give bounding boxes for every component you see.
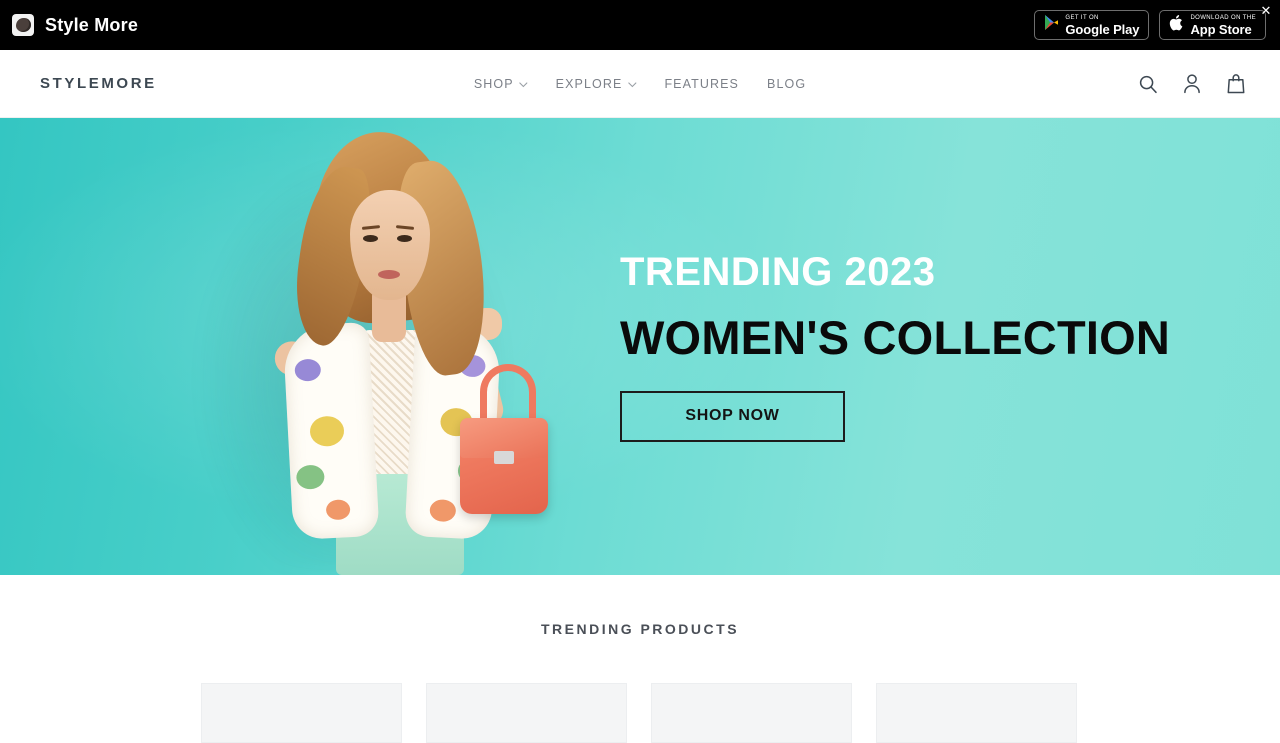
- main-navigation: SHOP EXPLORE FEATURES BLOG: [474, 77, 806, 91]
- nav-item-blog-label: BLOG: [767, 76, 807, 91]
- hero-kicker: TRENDING 2023: [620, 249, 936, 294]
- trending-products-section: TRENDING PRODUCTS: [0, 575, 1280, 743]
- product-card[interactable]: [876, 683, 1077, 743]
- nav-item-features-label: FEATURES: [664, 76, 740, 91]
- product-card[interactable]: [651, 683, 852, 743]
- jacket-flower: [294, 358, 322, 382]
- model-jacket-left: [282, 321, 380, 541]
- hero-model-image: [160, 118, 620, 575]
- chevron-down-icon: [627, 77, 636, 91]
- hero-banner: TRENDING 2023 WOMEN'S COLLECTION SHOP NO…: [0, 118, 1280, 575]
- model-eye-right: [397, 235, 412, 242]
- product-card[interactable]: [426, 683, 627, 743]
- header-icon-group: [1136, 72, 1248, 96]
- app-store-badge-text: Download on the App Store: [1190, 15, 1256, 36]
- handbag: [460, 418, 548, 514]
- product-card[interactable]: [201, 683, 402, 743]
- jacket-flower: [295, 464, 325, 490]
- site-header: STYLEMORE SHOP EXPLORE FEATURES BLOG: [0, 50, 1280, 118]
- google-play-icon: [1044, 14, 1059, 36]
- shop-now-button[interactable]: SHOP NOW: [620, 390, 845, 442]
- nav-item-blog[interactable]: BLOG: [767, 77, 806, 91]
- cart-icon[interactable]: [1224, 72, 1248, 96]
- model-eye-left: [363, 235, 378, 242]
- nav-item-explore-label: EXPLORE: [555, 76, 623, 91]
- jacket-flower: [309, 415, 345, 448]
- app-store-sup: Download on the: [1190, 14, 1256, 21]
- promo-brand: Style More: [12, 14, 138, 36]
- jacket-flower: [325, 499, 351, 521]
- model-lips: [378, 270, 400, 279]
- google-play-badge[interactable]: GET IT ON Google Play: [1034, 10, 1150, 40]
- nav-item-explore[interactable]: EXPLORE: [556, 77, 637, 91]
- account-icon[interactable]: [1180, 72, 1204, 96]
- chevron-down-icon: [519, 77, 528, 91]
- store-badges: GET IT ON Google Play Download on the Ap…: [1034, 10, 1266, 40]
- nav-item-shop[interactable]: SHOP: [474, 77, 528, 91]
- product-grid: [201, 683, 1077, 743]
- section-heading: TRENDING PRODUCTS: [540, 621, 740, 637]
- promo-title: Style More: [45, 14, 139, 35]
- app-store-badge[interactable]: Download on the App Store: [1159, 10, 1266, 40]
- apple-logo-icon: [1169, 14, 1184, 37]
- app-store-main: App Store: [1190, 21, 1252, 37]
- brand-logo[interactable]: STYLEMORE: [40, 75, 157, 92]
- jacket-flower: [429, 498, 457, 523]
- search-icon[interactable]: [1136, 72, 1160, 96]
- google-play-badge-text: GET IT ON Google Play: [1065, 15, 1139, 36]
- handbag-clasp: [494, 451, 514, 464]
- style-more-app-icon: [12, 14, 34, 36]
- google-play-main: Google Play: [1065, 21, 1140, 37]
- google-play-sup: GET IT ON: [1065, 14, 1099, 21]
- hero-title: WOMEN'S COLLECTION: [620, 310, 1171, 364]
- nav-item-features[interactable]: FEATURES: [664, 77, 739, 91]
- app-icon-glyph: [15, 18, 31, 32]
- close-icon[interactable]: ✕: [1258, 4, 1274, 20]
- app-promo-bar: Style More GET IT ON Google Play DOWNLOA…: [0, 0, 1280, 50]
- hero-copy: TRENDING 2023 WOMEN'S COLLECTION SHOP NO…: [620, 118, 1220, 575]
- nav-item-shop-label: SHOP: [473, 76, 514, 91]
